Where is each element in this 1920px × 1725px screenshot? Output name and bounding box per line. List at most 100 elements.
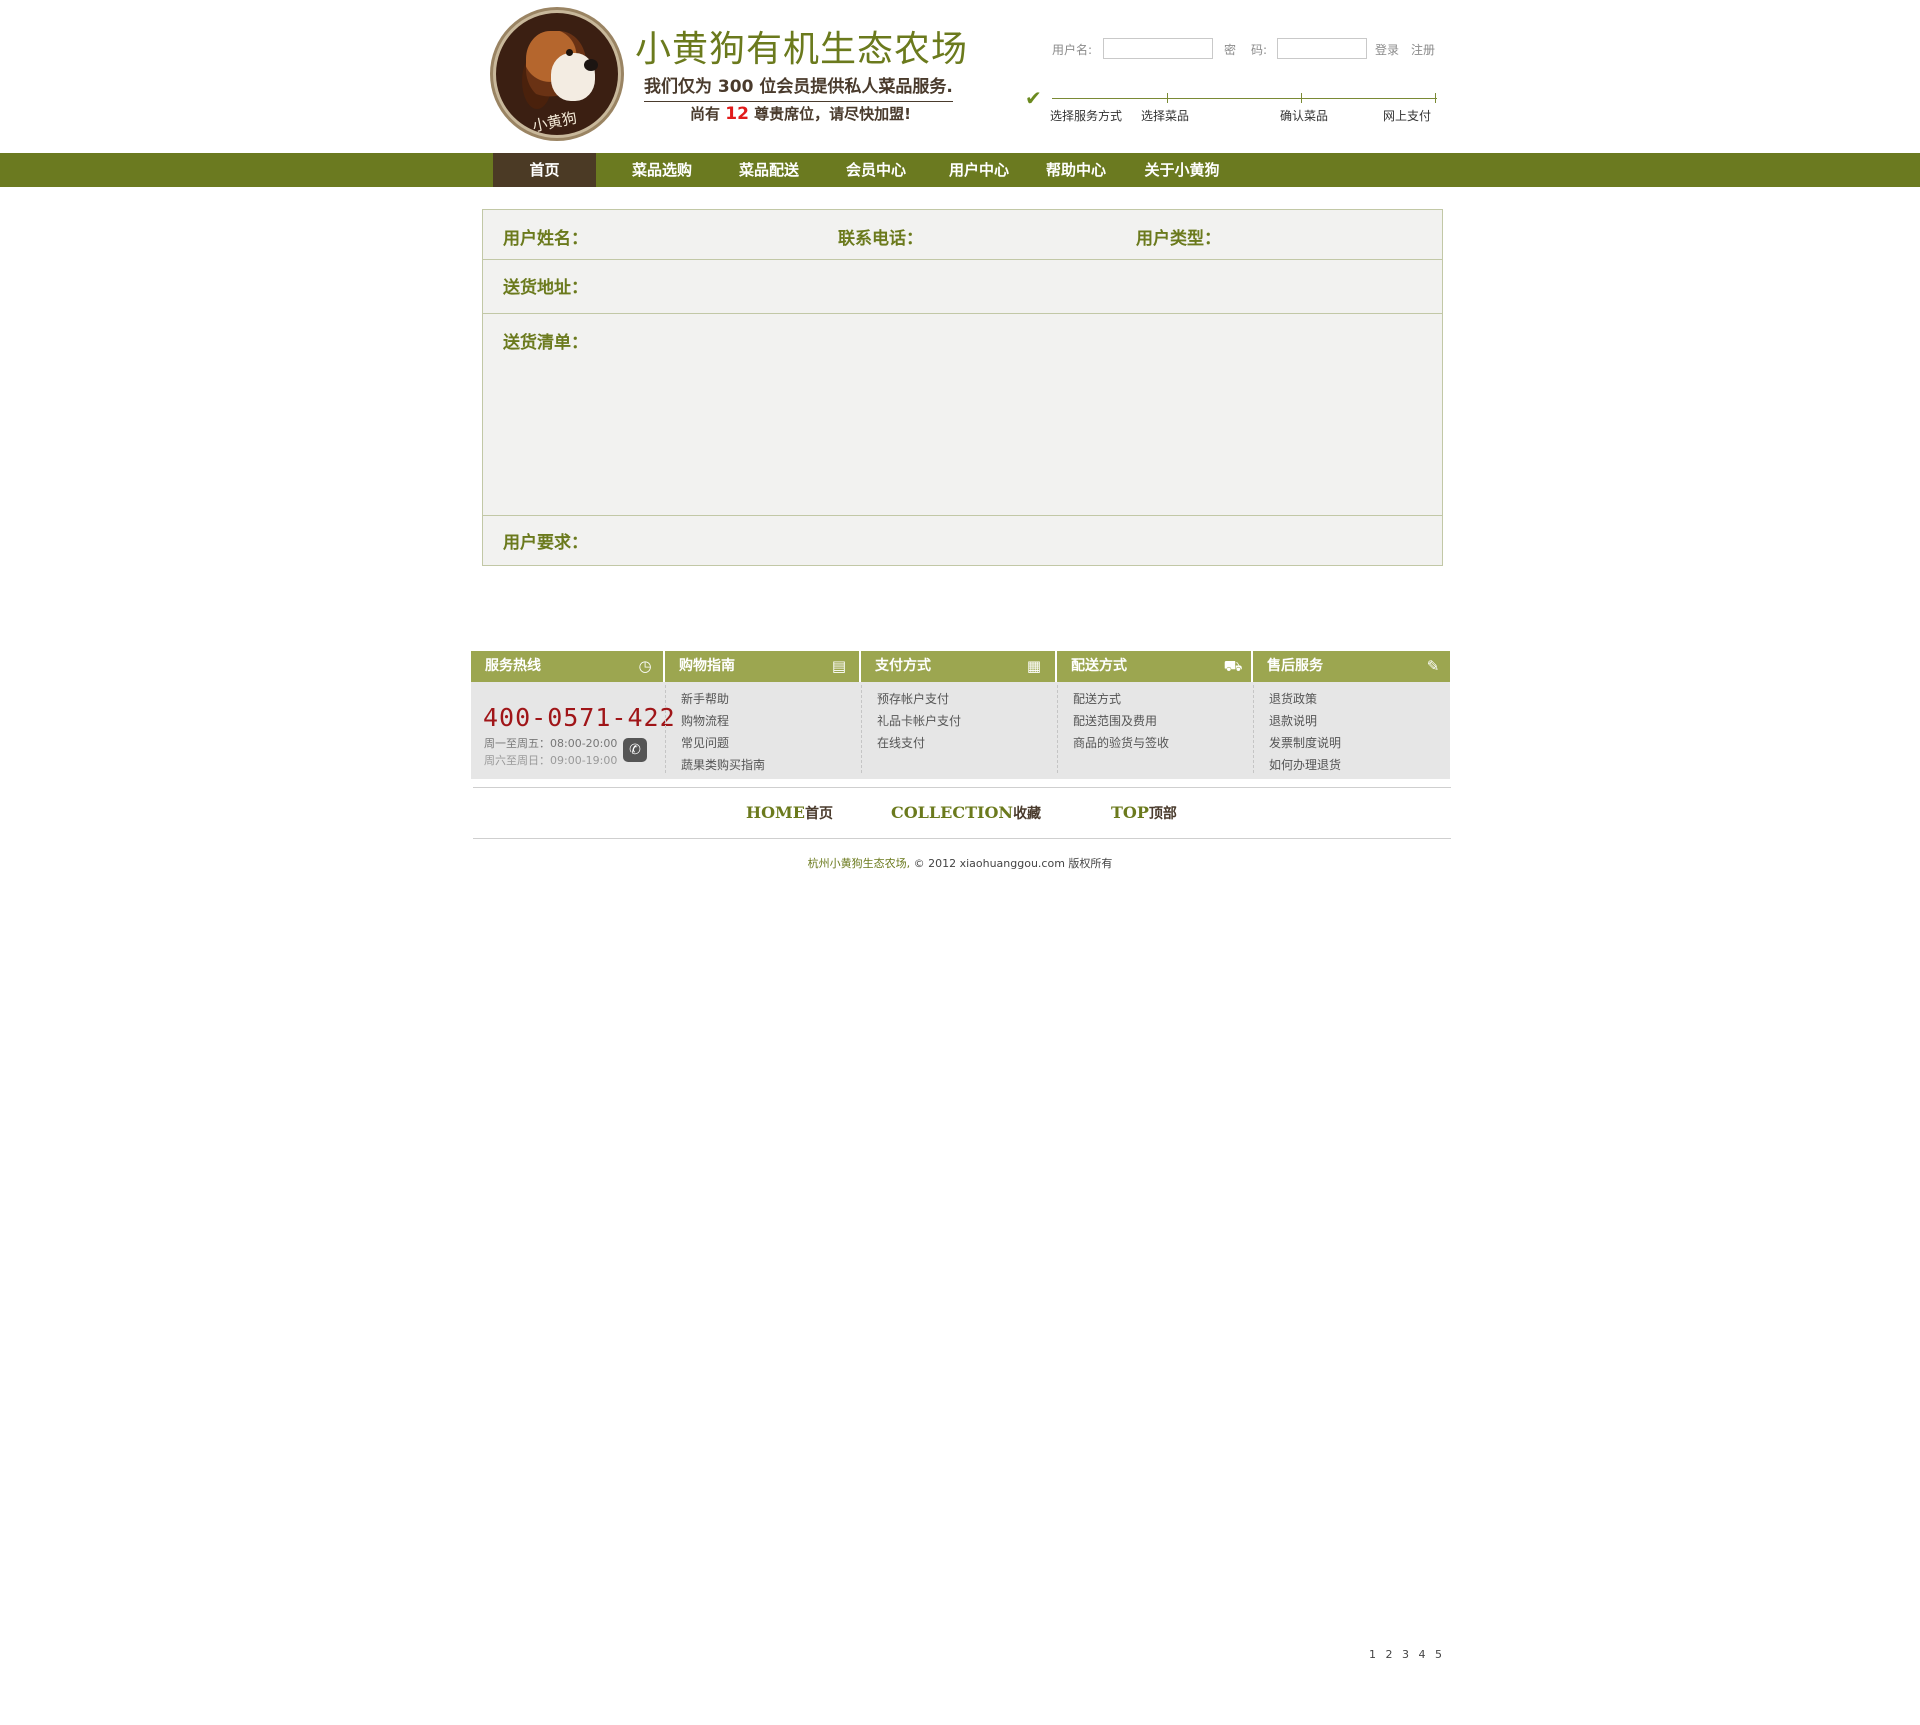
nav-item-about[interactable]: 关于小黄狗 [1132,153,1232,187]
password-input[interactable] [1277,38,1367,59]
address-label: 送货地址： [503,278,588,298]
nav-item-help-center[interactable]: 帮助中心 [1026,153,1126,187]
step-tick [1167,93,1168,103]
link-faq[interactable]: 常见问题 [681,732,765,754]
column-divider [861,685,862,773]
bottom-link-home-zh: 首页 [804,806,833,822]
delivery-column: 配送方式 ⛟ 配送方式 配送范围及费用 商品的验货与签收 [1057,651,1251,779]
link-prepaid-account[interactable]: 预存帐户支付 [877,688,961,710]
hotline-column: 服务热线 ◷ 400-0571-422 周一至周五：08:00-20:00 周六… [471,651,675,779]
copyright-brand: 杭州小黄狗生态农场, [807,857,911,870]
link-inspection-signing[interactable]: 商品的验货与签收 [1073,732,1169,754]
link-delivery-range[interactable]: 配送范围及费用 [1073,710,1169,732]
nav-item-home[interactable]: 首页 [493,153,596,187]
site-slogan: 我们仅为 300 位会员提供私人菜品服务. [644,72,953,102]
seats-count: 12 [725,104,749,124]
link-how-to-return[interactable]: 如何办理退货 [1269,754,1341,776]
step-tick [1435,93,1436,103]
bottom-link-top-en: TOP [1111,803,1149,822]
step-label: 确认菜品 [1280,109,1329,123]
column-divider [1057,685,1058,773]
calendar-icon: ▦ [1026,657,1042,675]
bottom-link-home-en: HOME [746,803,805,822]
requirement-row: 用户要求： [483,516,1442,565]
link-invoice-info[interactable]: 发票制度说明 [1269,732,1341,754]
hotline-title: 服务热线 [485,658,541,674]
nav-item-member-center[interactable]: 会员中心 [826,153,926,187]
seats-prefix: 尚有 [690,105,721,123]
page-link[interactable]: 4 [1419,1648,1426,1661]
clock-icon: ◷ [638,657,652,675]
after-sales-header: 售后服务 [1253,651,1450,682]
weekend-hours: 周六至周日：09:00-19:00 [484,754,618,767]
payment-title: 支付方式 [875,658,931,674]
after-sales-column: 售后服务 ✎ 退货政策 退款说明 发票制度说明 如何办理退货 [1253,651,1450,779]
seats-notice: 尚有 12 尊贵席位，请尽快加盟! [690,103,911,124]
bottom-link-collection-zh: 收藏 [1013,806,1042,822]
password-label-a: 密 [1224,43,1237,57]
phone-icon: ✆ [623,738,647,762]
steps-line [1052,98,1437,99]
column-divider [665,685,666,773]
requirement-label: 用户要求： [503,533,588,553]
nav-item-dish-shopping[interactable]: 菜品选购 [612,153,712,187]
dog-nose [584,59,598,71]
header: 小黄狗 小黄狗有机生态农场 我们仅为 300 位会员提供私人菜品服务. 尚有 1… [0,0,1920,153]
bottom-link-collection-en: COLLECTION [891,803,1014,822]
user-name-label: 用户姓名： [503,229,588,249]
payment-links: 预存帐户支付 礼品卡帐户支付 在线支付 [877,688,961,754]
link-delivery-method[interactable]: 配送方式 [1073,688,1169,710]
bottom-link-home[interactable]: HOME首页 [746,803,833,823]
page-link[interactable]: 5 [1435,1648,1442,1661]
page-link[interactable]: 3 [1402,1648,1409,1661]
logo-badge-text: 小黄狗 [530,108,579,136]
user-type-label: 用户类型： [1136,229,1221,249]
hotline-number: 400-0571-422 [483,703,676,732]
service-info: 服务热线 ◷ 400-0571-422 周一至周五：08:00-20:00 周六… [471,651,1450,779]
user-info-row: 用户姓名： 联系电话： 用户类型： [483,210,1442,260]
nav-item-dish-delivery[interactable]: 菜品配送 [719,153,819,187]
step-label: 选择服务方式 [1050,109,1123,123]
shopping-guide-title: 购物指南 [679,658,735,674]
password-label-b: 码: [1251,43,1268,57]
guide-book-icon: ▤ [831,657,847,675]
link-refund-info[interactable]: 退款说明 [1269,710,1341,732]
truck-icon: ⛟ [1223,657,1243,675]
bottom-link-collection[interactable]: COLLECTION收藏 [891,803,1041,823]
bottom-links: HOME首页 COLLECTION收藏 TOP顶部 [473,787,1451,839]
delivery-title: 配送方式 [1071,658,1127,674]
page-link[interactable]: 1 [1369,1648,1376,1661]
nav-item-user-center[interactable]: 用户中心 [929,153,1029,187]
seats-suffix: 尊贵席位，请尽快加盟! [754,105,911,123]
link-gift-card[interactable]: 礼品卡帐户支付 [877,710,961,732]
login-link[interactable]: 登录 [1375,41,1399,58]
after-sales-title: 售后服务 [1267,658,1323,674]
address-row: 送货地址： [483,260,1442,314]
link-online-payment[interactable]: 在线支付 [877,732,961,754]
step-label: 网上支付 [1383,109,1432,123]
shopping-guide-links: 新手帮助 购物流程 常见问题 蔬果类购买指南 [681,688,765,776]
link-newbie-help[interactable]: 新手帮助 [681,688,765,710]
page-link[interactable]: 2 [1386,1648,1393,1661]
username-input[interactable] [1103,38,1213,59]
register-link[interactable]: 注册 [1411,41,1435,58]
dog-logo-image: 小黄狗 [493,10,621,138]
copyright: 杭州小黄狗生态农场, © 2012 xiaohuanggou.com 版权所有 [0,855,1920,871]
link-produce-guide[interactable]: 蔬果类购买指南 [681,754,765,776]
service-person-icon: ✎ [1426,657,1440,675]
shopping-guide-column: 购物指南 ▤ 新手帮助 购物流程 常见问题 蔬果类购买指南 [665,651,859,779]
logo[interactable]: 小黄狗 [490,7,624,141]
order-steps: ✔ 选择服务方式 选择菜品 确认菜品 网上支付 [1025,86,1439,126]
link-return-policy[interactable]: 退货政策 [1269,688,1341,710]
bottom-link-top-zh: 顶部 [1148,806,1177,822]
main-nav: 首页 菜品选购 菜品配送 会员中心 用户中心 帮助中心 关于小黄狗 [0,153,1920,187]
weekday-hours: 周一至周五：08:00-20:00 [484,737,618,750]
dog-eye [566,49,573,56]
delivery-list-label: 送货清单： [503,333,588,353]
step-label: 选择菜品 [1141,109,1190,123]
copyright-text: © 2012 xiaohuanggou.com 版权所有 [913,857,1113,870]
column-divider [1253,685,1254,773]
check-icon: ✔ [1025,86,1042,110]
link-shopping-process[interactable]: 购物流程 [681,710,765,732]
bottom-link-top[interactable]: TOP顶部 [1111,803,1177,823]
